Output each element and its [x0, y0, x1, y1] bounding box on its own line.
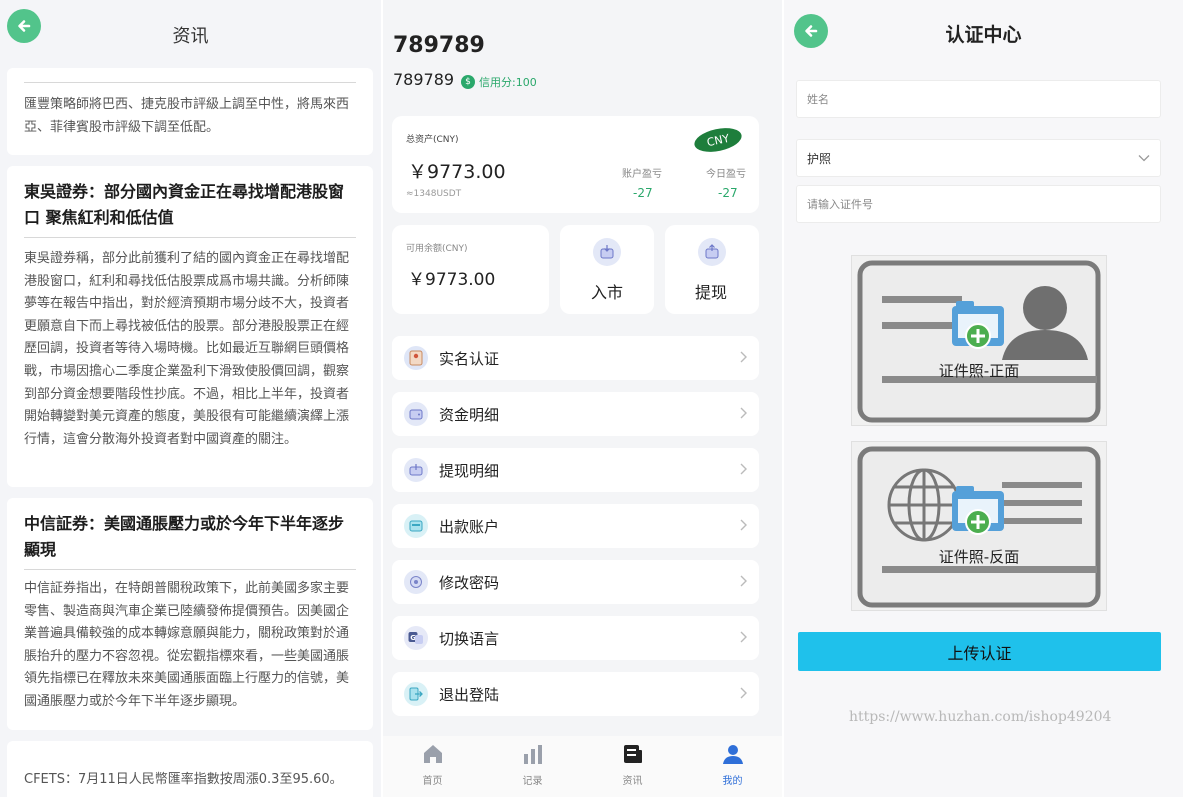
news-icon — [624, 745, 642, 763]
page-title: 认证中心 — [945, 24, 1022, 46]
menu-label: 修改密码 — [439, 574, 500, 592]
divider — [24, 569, 356, 570]
tab-records[interactable]: 记录 — [483, 736, 582, 797]
menu-label: 切换语言 — [439, 630, 500, 648]
withdraw-icon — [404, 458, 428, 482]
upload-id-back[interactable]: 证件照-反面 — [851, 441, 1107, 611]
credit-label: 信用分:100 — [479, 76, 537, 89]
tab-label: 记录 — [522, 776, 543, 787]
news-headline: 東吳證券：部分國內資金正在尋找增配港股窗口 聚焦紅利和低估值 — [24, 182, 345, 227]
logout-icon — [404, 682, 428, 706]
credit-badge: $ 信用分:100 — [461, 73, 537, 91]
tab-label: 我的 — [722, 776, 743, 787]
total-assets-amount: ￥9773.00 — [408, 161, 506, 183]
menu-item-logout[interactable]: 退出登陆 — [392, 672, 759, 716]
watermark: https://www.huzhan.com/ishop49204 — [849, 709, 1112, 725]
news-card[interactable]: 匯豐策略師將巴西、捷克股市評級上調至中性，將馬來西亞、菲律賓股市評級下調至低配。 — [7, 68, 373, 155]
user-id: 789789 — [393, 70, 455, 89]
total-assets-label: 总资产(CNY) — [406, 135, 459, 145]
menu-label: 退出登陆 — [439, 686, 500, 704]
bottom-tab-bar: 首页 记录 资讯 我的 — [383, 736, 782, 797]
back-caption: 证件照-反面 — [938, 548, 1020, 566]
chevron-right-icon — [740, 687, 747, 699]
menu-item-real-name[interactable]: 实名认证 — [392, 336, 759, 380]
chevron-right-icon — [740, 631, 747, 643]
language-icon: G — [404, 626, 428, 650]
available-amount: ￥9773.00 — [408, 270, 496, 290]
news-headline: 中信証券：美國通脹壓力或於今年下半年逐步顯現 — [24, 514, 345, 559]
chevron-right-icon — [740, 519, 747, 531]
withdraw-icon — [698, 238, 726, 266]
account-pl-label: 账户盈亏 — [622, 169, 662, 180]
wallet-icon — [404, 402, 428, 426]
tab-news[interactable]: 资讯 — [583, 736, 682, 797]
chevron-right-icon — [740, 463, 747, 475]
user-icon — [723, 745, 743, 764]
available-label: 可用余额(CNY) — [406, 244, 468, 254]
divider — [24, 82, 356, 83]
news-body: CFETS：7月11日人民幣匯率指數按周漲0.3至95.60。 — [24, 772, 343, 787]
id-type-value: 护照 — [807, 151, 832, 166]
menu-item-payout-account[interactable]: 出款账户 — [392, 504, 759, 548]
news-card[interactable]: CFETS：7月11日人民幣匯率指數按周漲0.3至95.60。 — [7, 741, 373, 797]
id-number-input[interactable] — [796, 185, 1161, 223]
news-card[interactable]: 中信証券：美國通脹壓力或於今年下半年逐步顯現 中信証券指出，在特朗普關稅政策下，… — [7, 498, 373, 730]
chevron-right-icon — [740, 575, 747, 587]
deposit-button[interactable]: 入市 — [560, 225, 654, 314]
id-card-front-illustration — [857, 260, 1101, 423]
bank-card-icon — [404, 514, 428, 538]
tab-mine[interactable]: 我的 — [683, 736, 782, 797]
menu-item-fund-details[interactable]: 资金明细 — [392, 392, 759, 436]
front-caption: 证件照-正面 — [938, 362, 1020, 380]
credit-icon: $ — [461, 75, 475, 89]
news-body: 匯豐策略師將巴西、捷克股市評級上調至中性，將馬來西亞、菲律賓股市評級下調至低配。 — [24, 97, 350, 135]
menu-label: 出款账户 — [439, 518, 500, 536]
menu-label: 实名认证 — [439, 350, 500, 368]
tab-label: 首页 — [422, 776, 443, 787]
tab-home[interactable]: 首页 — [383, 736, 482, 797]
name-input[interactable] — [796, 80, 1161, 118]
news-screen: 资讯 匯豐策略師將巴西、捷克股市評級上調至中性，將馬來西亞、菲律賓股市評級下調至… — [0, 0, 381, 797]
chevron-right-icon — [740, 407, 747, 419]
auth-screen: 认证中心 护照 证件照-正面 — [784, 0, 1183, 797]
home-icon — [424, 745, 442, 763]
withdraw-label: 提现 — [695, 283, 728, 302]
id-card-back-illustration — [857, 446, 1101, 608]
news-card[interactable]: 東吳證券：部分國內資金正在尋找增配港股窗口 聚焦紅利和低估值 東吳證券稱，部分此… — [7, 166, 373, 487]
lock-icon — [404, 570, 428, 594]
menu-label: 资金明细 — [439, 406, 500, 424]
page-title: 资讯 — [172, 26, 209, 47]
tab-label: 资讯 — [622, 776, 643, 787]
today-pl-value: -27 — [718, 186, 738, 200]
usdt-value: ≈1348USDT — [406, 189, 462, 199]
menu-item-switch-language[interactable]: G 切换语言 — [392, 616, 759, 660]
withdraw-button[interactable]: 提现 — [665, 225, 759, 314]
profile-screen: 789789 789789 $ 信用分:100 总资产(CNY) ￥9773.0… — [383, 0, 782, 797]
id-type-select[interactable]: 护照 — [796, 139, 1161, 177]
news-header: 资讯 — [0, 0, 381, 68]
id-card-icon — [404, 346, 428, 370]
chevron-right-icon — [740, 351, 747, 363]
available-balance-card: 可用余额(CNY) ￥9773.00 — [392, 225, 549, 314]
news-body: 東吳證券稱，部分此前獲利了結的國內資金正在尋找增配港股窗口，紅利和尋找低估股票成… — [24, 251, 350, 447]
menu-label: 提现明细 — [439, 462, 500, 480]
account-pl-value: -27 — [633, 186, 653, 200]
news-body: 中信証券指出，在特朗普關稅政策下，此前美國多家主要零售、製造商與汽車企業已陸續發… — [24, 581, 350, 709]
chart-icon — [524, 745, 542, 764]
total-assets-card: 总资产(CNY) ￥9773.00 ≈1348USDT 账户盈亏 -27 今日盈… — [392, 116, 759, 213]
divider — [24, 237, 356, 238]
chevron-down-icon — [1138, 155, 1150, 162]
menu-item-change-password[interactable]: 修改密码 — [392, 560, 759, 604]
username: 789789 — [393, 33, 485, 58]
upload-certification-button[interactable]: 上传认证 — [798, 632, 1161, 671]
upload-id-front[interactable]: 证件照-正面 — [851, 255, 1107, 426]
deposit-icon — [593, 238, 621, 266]
deposit-label: 入市 — [591, 283, 624, 302]
menu-item-withdraw-details[interactable]: 提现明细 — [392, 448, 759, 492]
today-pl-label: 今日盈亏 — [706, 169, 746, 180]
